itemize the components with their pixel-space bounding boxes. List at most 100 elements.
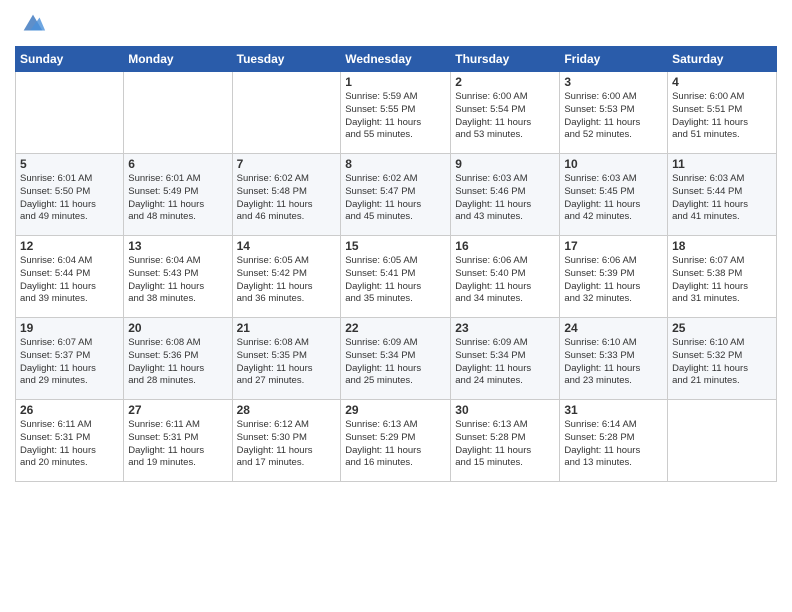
calendar-cell: 16 Sunrise: 6:06 AM Sunset: 5:40 PM Dayli… — [451, 236, 560, 318]
weekday-header-friday: Friday — [560, 47, 668, 72]
weekday-header-saturday: Saturday — [668, 47, 777, 72]
calendar-cell: 30 Sunrise: 6:13 AM Sunset: 5:28 PM Dayli… — [451, 400, 560, 482]
day-info: Sunrise: 6:11 AM Sunset: 5:31 PM Dayligh… — [20, 419, 119, 470]
calendar-cell: 20Sunrise: 6:08 AM Sunset: 5:36 PM Dayli… — [124, 318, 232, 400]
day-info: Sunrise: 6:09 AM Sunset: 5:34 PM Dayligh… — [455, 337, 555, 388]
day-info: Sunrise: 6:06 AM Sunset: 5:40 PM Dayligh… — [455, 255, 555, 306]
day-number: 30 — [455, 403, 555, 417]
calendar-cell: 24Sunrise: 6:10 AM Sunset: 5:33 PM Dayli… — [560, 318, 668, 400]
day-number: 16 — [455, 239, 555, 253]
day-info: Sunrise: 6:13 AM Sunset: 5:28 PM Dayligh… — [455, 419, 555, 470]
calendar-cell: 15Sunrise: 6:05 AM Sunset: 5:41 PM Dayli… — [341, 236, 451, 318]
calendar-cell: 28 Sunrise: 6:12 AM Sunset: 5:30 PM Dayli… — [232, 400, 341, 482]
day-info: Sunrise: 6:04 AM Sunset: 5:43 PM Dayligh… — [128, 255, 227, 306]
day-info: Sunrise: 6:10 AM Sunset: 5:32 PM Dayligh… — [672, 337, 772, 388]
calendar-cell: 25 Sunrise: 6:10 AM Sunset: 5:32 PM Dayli… — [668, 318, 777, 400]
calendar-cell: 5 Sunrise: 6:01 AM Sunset: 5:50 PM Daylig… — [16, 154, 124, 236]
calendar-cell: 23 Sunrise: 6:09 AM Sunset: 5:34 PM Dayli… — [451, 318, 560, 400]
calendar-cell: 27 Sunrise: 6:11 AM Sunset: 5:31 PM Dayli… — [124, 400, 232, 482]
day-number: 17 — [564, 239, 663, 253]
page: SundayMondayTuesdayWednesdayThursdayFrid… — [0, 0, 792, 612]
day-info: Sunrise: 6:13 AM Sunset: 5:29 PM Dayligh… — [345, 419, 446, 470]
calendar-cell: 13 Sunrise: 6:04 AM Sunset: 5:43 PM Dayli… — [124, 236, 232, 318]
day-info: Sunrise: 6:00 AM Sunset: 5:54 PM Dayligh… — [455, 91, 555, 142]
day-info: Sunrise: 6:05 AM Sunset: 5:42 PM Dayligh… — [237, 255, 337, 306]
calendar-cell: 6 Sunrise: 6:01 AM Sunset: 5:49 PM Daylig… — [124, 154, 232, 236]
weekday-header-wednesday: Wednesday — [341, 47, 451, 72]
day-number: 31 — [564, 403, 663, 417]
day-number: 7 — [237, 157, 337, 171]
day-number: 10 — [564, 157, 663, 171]
day-info: Sunrise: 6:01 AM Sunset: 5:49 PM Dayligh… — [128, 173, 227, 224]
day-number: 28 — [237, 403, 337, 417]
day-number: 19 — [20, 321, 119, 335]
calendar-cell: 22 Sunrise: 6:09 AM Sunset: 5:34 PM Dayli… — [341, 318, 451, 400]
day-number: 1 — [345, 75, 446, 89]
calendar-cell — [232, 72, 341, 154]
day-number: 24 — [564, 321, 663, 335]
calendar: SundayMondayTuesdayWednesdayThursdayFrid… — [15, 46, 777, 482]
calendar-week-2: 5 Sunrise: 6:01 AM Sunset: 5:50 PM Daylig… — [16, 154, 777, 236]
calendar-cell: 11Sunrise: 6:03 AM Sunset: 5:44 PM Dayli… — [668, 154, 777, 236]
day-info: Sunrise: 6:03 AM Sunset: 5:46 PM Dayligh… — [455, 173, 555, 224]
day-number: 3 — [564, 75, 663, 89]
day-number: 5 — [20, 157, 119, 171]
day-info: Sunrise: 6:07 AM Sunset: 5:37 PM Dayligh… — [20, 337, 119, 388]
day-info: Sunrise: 6:09 AM Sunset: 5:34 PM Dayligh… — [345, 337, 446, 388]
weekday-header-monday: Monday — [124, 47, 232, 72]
calendar-week-3: 12 Sunrise: 6:04 AM Sunset: 5:44 PM Dayli… — [16, 236, 777, 318]
day-number: 20 — [128, 321, 227, 335]
day-info: Sunrise: 6:00 AM Sunset: 5:51 PM Dayligh… — [672, 91, 772, 142]
calendar-cell: 17 Sunrise: 6:06 AM Sunset: 5:39 PM Dayli… — [560, 236, 668, 318]
day-info: Sunrise: 6:06 AM Sunset: 5:39 PM Dayligh… — [564, 255, 663, 306]
day-info: Sunrise: 6:03 AM Sunset: 5:44 PM Dayligh… — [672, 173, 772, 224]
day-info: Sunrise: 6:08 AM Sunset: 5:35 PM Dayligh… — [237, 337, 337, 388]
day-number: 8 — [345, 157, 446, 171]
day-info: Sunrise: 6:00 AM Sunset: 5:53 PM Dayligh… — [564, 91, 663, 142]
calendar-cell: 3 Sunrise: 6:00 AM Sunset: 5:53 PM Daylig… — [560, 72, 668, 154]
day-number: 2 — [455, 75, 555, 89]
calendar-cell: 2 Sunrise: 6:00 AM Sunset: 5:54 PM Daylig… — [451, 72, 560, 154]
day-number: 25 — [672, 321, 772, 335]
day-number: 27 — [128, 403, 227, 417]
day-number: 15 — [345, 239, 446, 253]
day-number: 23 — [455, 321, 555, 335]
day-number: 13 — [128, 239, 227, 253]
day-info: Sunrise: 6:12 AM Sunset: 5:30 PM Dayligh… — [237, 419, 337, 470]
calendar-cell: 8 Sunrise: 6:02 AM Sunset: 5:47 PM Daylig… — [341, 154, 451, 236]
day-number: 9 — [455, 157, 555, 171]
calendar-cell — [668, 400, 777, 482]
day-number: 22 — [345, 321, 446, 335]
calendar-cell: 12 Sunrise: 6:04 AM Sunset: 5:44 PM Dayli… — [16, 236, 124, 318]
weekday-header-row: SundayMondayTuesdayWednesdayThursdayFrid… — [16, 47, 777, 72]
calendar-cell: 10 Sunrise: 6:03 AM Sunset: 5:45 PM Dayli… — [560, 154, 668, 236]
logo — [15, 10, 47, 38]
header — [15, 10, 777, 38]
day-number: 4 — [672, 75, 772, 89]
day-info: Sunrise: 6:04 AM Sunset: 5:44 PM Dayligh… — [20, 255, 119, 306]
day-number: 21 — [237, 321, 337, 335]
day-number: 18 — [672, 239, 772, 253]
day-info: Sunrise: 6:07 AM Sunset: 5:38 PM Dayligh… — [672, 255, 772, 306]
day-info: Sunrise: 6:01 AM Sunset: 5:50 PM Dayligh… — [20, 173, 119, 224]
calendar-week-1: 1 Sunrise: 5:59 AM Sunset: 5:55 PM Daylig… — [16, 72, 777, 154]
calendar-cell: 14 Sunrise: 6:05 AM Sunset: 5:42 PM Dayli… — [232, 236, 341, 318]
calendar-cell: 4 Sunrise: 6:00 AM Sunset: 5:51 PM Daylig… — [668, 72, 777, 154]
weekday-header-thursday: Thursday — [451, 47, 560, 72]
day-number: 29 — [345, 403, 446, 417]
day-info: Sunrise: 6:11 AM Sunset: 5:31 PM Dayligh… — [128, 419, 227, 470]
calendar-cell: 26Sunrise: 6:11 AM Sunset: 5:31 PM Dayli… — [16, 400, 124, 482]
day-number: 12 — [20, 239, 119, 253]
day-info: Sunrise: 6:03 AM Sunset: 5:45 PM Dayligh… — [564, 173, 663, 224]
day-number: 6 — [128, 157, 227, 171]
day-info: Sunrise: 5:59 AM Sunset: 5:55 PM Dayligh… — [345, 91, 446, 142]
weekday-header-tuesday: Tuesday — [232, 47, 341, 72]
calendar-cell: 21 Sunrise: 6:08 AM Sunset: 5:35 PM Dayli… — [232, 318, 341, 400]
day-info: Sunrise: 6:02 AM Sunset: 5:47 PM Dayligh… — [345, 173, 446, 224]
calendar-cell — [16, 72, 124, 154]
calendar-cell: 1 Sunrise: 5:59 AM Sunset: 5:55 PM Daylig… — [341, 72, 451, 154]
day-number: 14 — [237, 239, 337, 253]
calendar-cell — [124, 72, 232, 154]
day-info: Sunrise: 6:14 AM Sunset: 5:28 PM Dayligh… — [564, 419, 663, 470]
calendar-cell: 31 Sunrise: 6:14 AM Sunset: 5:28 PM Dayli… — [560, 400, 668, 482]
